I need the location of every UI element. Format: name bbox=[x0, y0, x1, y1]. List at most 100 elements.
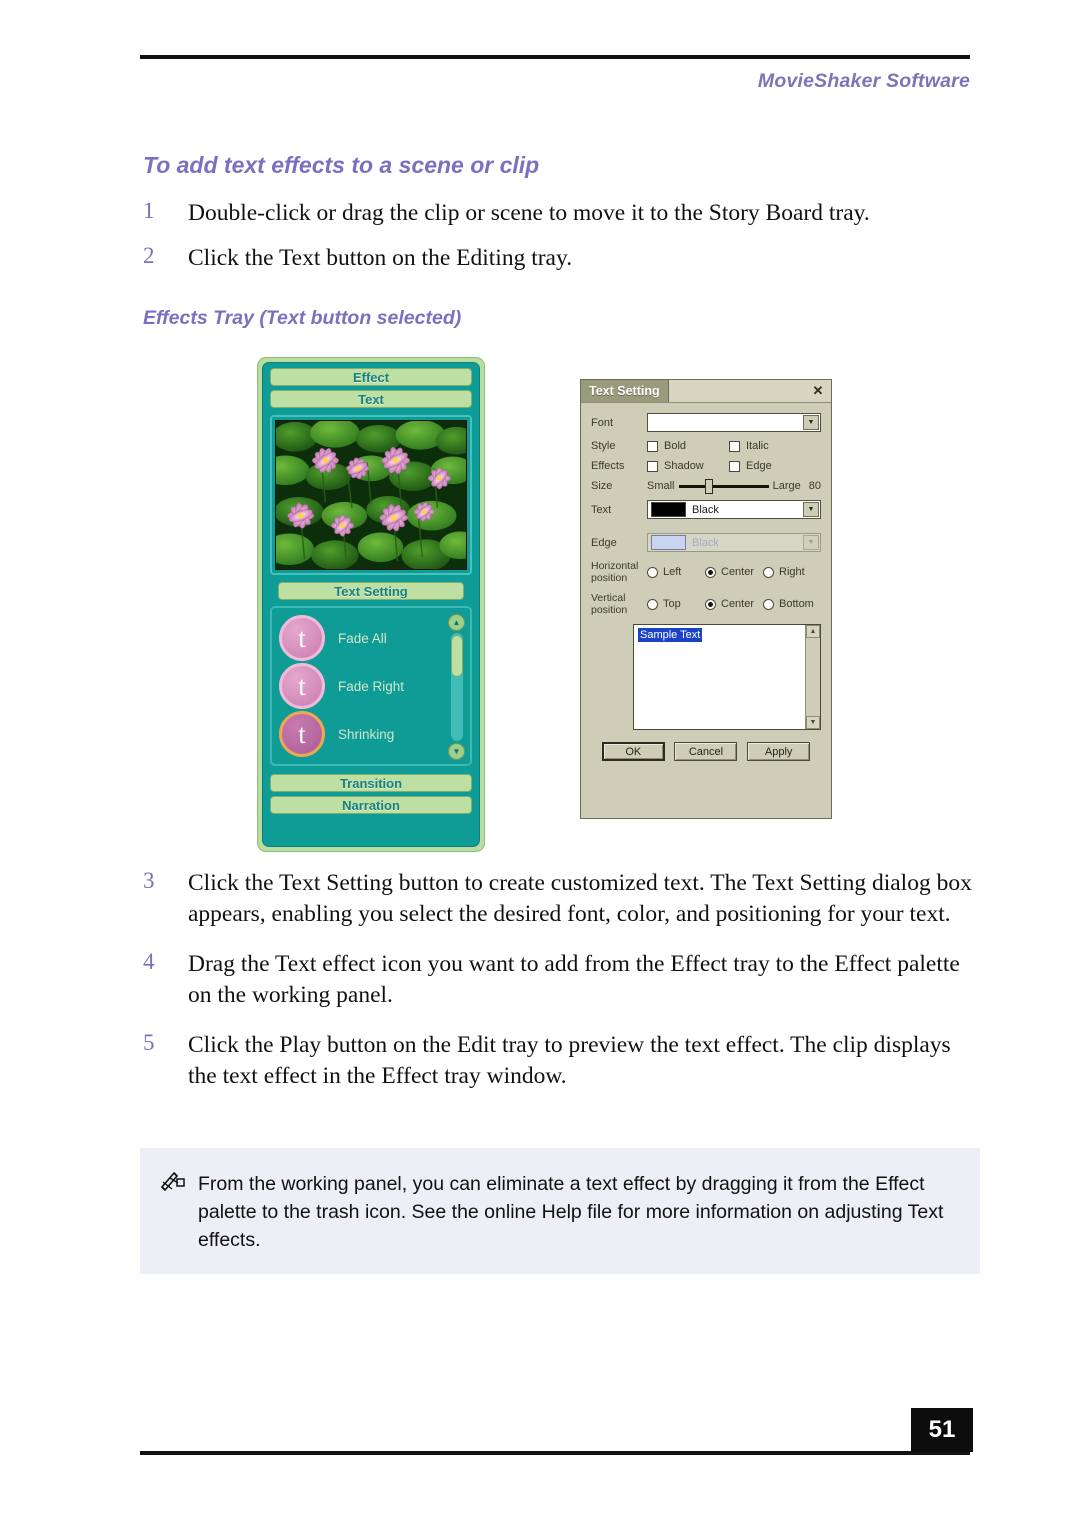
sample-text-value[interactable]: Sample Text bbox=[638, 628, 703, 642]
edge-color-select: Black ▼ bbox=[647, 533, 821, 552]
radio-label: Center bbox=[721, 566, 755, 578]
bold-checkbox[interactable]: Bold bbox=[647, 440, 729, 452]
size-slider[interactable]: Small Large 80 bbox=[647, 478, 821, 494]
font-label: Font bbox=[591, 416, 614, 429]
effects-tray-screenshot: Effect Text Text Setting t Fade All t Fa… bbox=[257, 357, 485, 852]
radio-dot[interactable] bbox=[705, 566, 716, 578]
step-number: 4 bbox=[143, 949, 155, 974]
bold-label: Bold bbox=[664, 440, 687, 452]
checkbox-box[interactable] bbox=[647, 440, 658, 452]
header-rule bbox=[140, 55, 970, 59]
scrollbar-thumb[interactable] bbox=[450, 635, 463, 677]
font-row: Font ▼ bbox=[591, 413, 821, 432]
slider-track[interactable] bbox=[678, 478, 769, 494]
step-number: 1 bbox=[143, 198, 155, 223]
footer-rule bbox=[140, 1451, 970, 1455]
radio-dot[interactable] bbox=[647, 566, 658, 578]
radio-dot[interactable] bbox=[647, 598, 658, 610]
step-text: Click the Play button on the Edit tray t… bbox=[188, 1032, 951, 1089]
text-setting-button[interactable]: Text Setting bbox=[278, 582, 464, 600]
vertical-position-label: Vertical position bbox=[591, 592, 628, 616]
ok-button[interactable]: OK bbox=[601, 742, 665, 761]
radio-label: Center bbox=[721, 598, 755, 610]
step-number: 3 bbox=[143, 868, 155, 893]
style-label: Style bbox=[591, 440, 616, 452]
effects-tray-body: Effect Text Text Setting t Fade All t Fa… bbox=[262, 362, 480, 847]
steps-list-top: 1 Double-click or drag the clip or scene… bbox=[140, 198, 980, 287]
tab-narration[interactable]: Narration bbox=[270, 796, 472, 814]
tab-text[interactable]: Text bbox=[270, 390, 472, 408]
titlebar-spacer bbox=[668, 380, 805, 402]
chevron-down-icon[interactable]: ▼ bbox=[803, 415, 819, 430]
shadow-checkbox[interactable]: Shadow bbox=[647, 460, 729, 472]
dialog-title: Text Setting bbox=[581, 380, 669, 402]
tab-transition[interactable]: Transition bbox=[270, 774, 472, 792]
style-row: Style Bold Italic bbox=[591, 440, 821, 452]
note-pencil-icon bbox=[160, 1170, 186, 1197]
checkbox-box[interactable] bbox=[647, 460, 658, 472]
step-text: Click the Text button on the Editing tra… bbox=[188, 244, 573, 271]
font-select[interactable]: ▼ bbox=[647, 413, 821, 432]
edge-checkbox[interactable]: Edge bbox=[729, 460, 811, 472]
text-color-select[interactable]: Black ▼ bbox=[647, 500, 821, 519]
video-preview-frame bbox=[270, 415, 472, 575]
dialog-buttons: OK Cancel Apply bbox=[591, 742, 821, 761]
effect-list-scrollbar[interactable]: ▲ ▼ bbox=[448, 614, 465, 760]
radio-left[interactable]: Left bbox=[647, 566, 705, 578]
textarea-scrollbar[interactable]: ▲ ▼ bbox=[805, 625, 820, 729]
slider-thumb[interactable] bbox=[704, 478, 713, 494]
radio-dot[interactable] bbox=[763, 566, 774, 578]
sample-text-area[interactable]: Sample Text ▲ ▼ bbox=[633, 624, 821, 730]
radio-center-horizontal[interactable]: Center bbox=[705, 566, 763, 578]
cancel-button[interactable]: Cancel bbox=[674, 742, 738, 761]
list-item[interactable]: t Fade Right bbox=[279, 662, 448, 710]
chevron-down-icon[interactable]: ▼ bbox=[803, 502, 819, 517]
step-number: 2 bbox=[143, 242, 155, 268]
text-color-value: Black bbox=[692, 503, 719, 516]
edge-label: Edge bbox=[746, 460, 772, 472]
checkbox-box[interactable] bbox=[729, 440, 740, 452]
radio-right[interactable]: Right bbox=[763, 566, 821, 578]
scrollbar-track[interactable] bbox=[450, 633, 463, 741]
apply-button[interactable]: Apply bbox=[747, 742, 811, 761]
radio-dot[interactable] bbox=[763, 598, 774, 610]
horizontal-position-label: Horizontal position bbox=[591, 560, 639, 584]
text-effect-icon[interactable]: t bbox=[279, 615, 325, 661]
text-effect-icon[interactable]: t bbox=[279, 711, 325, 757]
text-color-row: Text Black ▼ bbox=[591, 500, 821, 519]
scroll-up-icon[interactable]: ▲ bbox=[806, 625, 820, 638]
scroll-down-icon[interactable]: ▼ bbox=[448, 743, 465, 760]
edge-color-label: Edge bbox=[591, 536, 617, 549]
edge-color-value: Black bbox=[692, 536, 719, 549]
tab-effect[interactable]: Effect bbox=[270, 368, 472, 386]
radio-top[interactable]: Top bbox=[647, 598, 705, 610]
size-label: Size bbox=[591, 480, 613, 492]
list-item: 2 Click the Text button on the Editing t… bbox=[140, 243, 980, 274]
list-item: 4 Drag the Text effect icon you want to … bbox=[140, 949, 980, 1010]
close-icon[interactable]: ✕ bbox=[805, 380, 831, 402]
italic-checkbox[interactable]: Italic bbox=[729, 440, 811, 452]
steps-list-bottom: 3 Click the Text Setting button to creat… bbox=[140, 868, 980, 1105]
step-number: 5 bbox=[143, 1030, 155, 1055]
italic-label: Italic bbox=[746, 440, 769, 452]
radio-center-vertical[interactable]: Center bbox=[705, 598, 763, 610]
checkbox-box[interactable] bbox=[729, 460, 740, 472]
radio-bottom[interactable]: Bottom bbox=[763, 598, 821, 610]
text-setting-dialog-screenshot: Text Setting ✕ Font ▼ Style Bold Italic … bbox=[580, 379, 832, 819]
effect-list[interactable]: t Fade All t Fade Right t Shrinking ▲ ▼ bbox=[270, 606, 472, 766]
scroll-down-icon[interactable]: ▼ bbox=[806, 716, 820, 729]
list-item: 5 Click the Play button on the Edit tray… bbox=[140, 1030, 980, 1091]
scroll-up-icon[interactable]: ▲ bbox=[448, 614, 465, 631]
color-swatch bbox=[651, 502, 686, 517]
water-lilies-preview-image bbox=[275, 420, 467, 570]
radio-dot[interactable] bbox=[705, 598, 716, 610]
page-title: To add text effects to a scene or clip bbox=[143, 152, 540, 178]
text-effect-icon[interactable]: t bbox=[279, 663, 325, 709]
list-item[interactable]: t Fade All bbox=[279, 614, 448, 662]
radio-label: Right bbox=[779, 566, 805, 578]
color-swatch bbox=[651, 535, 686, 550]
text-color-label: Text bbox=[591, 503, 612, 516]
figure-caption: Effects Tray (Text button selected) bbox=[143, 307, 462, 329]
list-item[interactable]: t Shrinking bbox=[279, 710, 448, 758]
effect-label: Fade Right bbox=[338, 678, 405, 694]
